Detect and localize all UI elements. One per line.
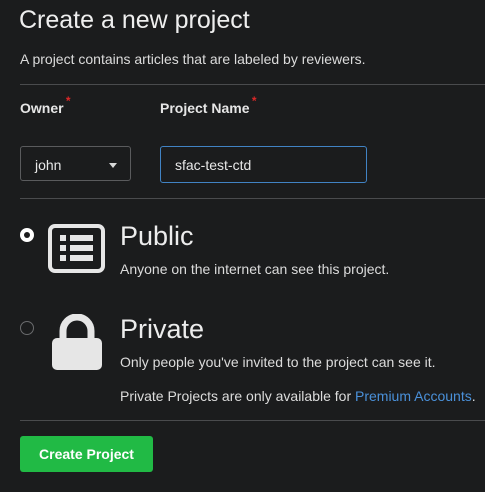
page-title: Create a new project bbox=[19, 6, 250, 34]
owner-select[interactable]: john bbox=[20, 146, 131, 181]
divider bbox=[20, 420, 485, 421]
caret-down-icon bbox=[109, 163, 117, 168]
lock-icon bbox=[52, 313, 102, 375]
divider bbox=[20, 198, 485, 199]
divider bbox=[20, 84, 485, 85]
public-radio[interactable] bbox=[20, 228, 34, 242]
project-name-label: Project Name * bbox=[160, 94, 256, 116]
premium-accounts-link[interactable]: Premium Accounts bbox=[355, 388, 472, 404]
public-title: Public bbox=[120, 221, 194, 251]
premium-note: Private Projects are only available for … bbox=[120, 388, 476, 404]
private-description: Only people you've invited to the projec… bbox=[120, 354, 436, 370]
project-name-label-text: Project Name bbox=[160, 100, 250, 116]
private-title: Private bbox=[120, 314, 205, 344]
owner-select-value: john bbox=[35, 157, 62, 173]
required-marker: * bbox=[251, 94, 257, 108]
page-subtitle: A project contains articles that are lab… bbox=[20, 51, 366, 67]
owner-label-text: Owner bbox=[20, 100, 64, 116]
project-name-input[interactable] bbox=[160, 146, 367, 183]
premium-note-suffix: . bbox=[471, 388, 476, 404]
owner-label: Owner * bbox=[20, 94, 71, 116]
public-description: Anyone on the internet can see this proj… bbox=[120, 261, 390, 277]
required-marker: * bbox=[65, 94, 71, 108]
list-alternate-icon bbox=[48, 224, 105, 278]
create-project-button[interactable]: Create Project bbox=[20, 436, 153, 472]
premium-note-prefix: Private Projects are only available for bbox=[120, 388, 355, 404]
private-radio[interactable] bbox=[20, 321, 34, 335]
